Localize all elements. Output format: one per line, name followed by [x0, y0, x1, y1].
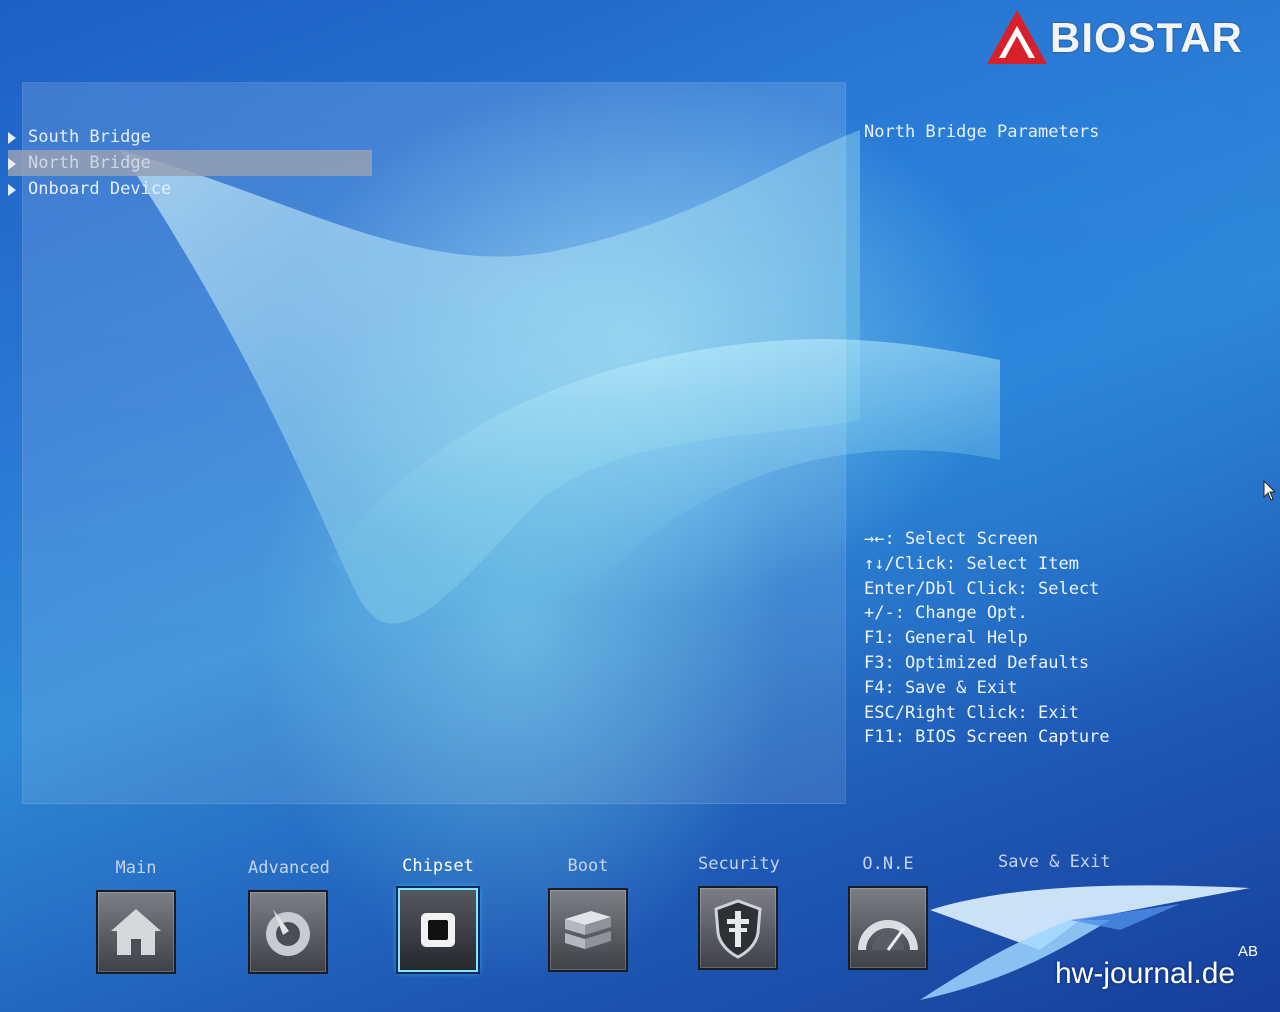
key-hint: F4: Save & Exit [864, 677, 1018, 698]
tab-save-exit[interactable]: Save & Exit [998, 850, 1111, 874]
menu-item-label: South Bridge [28, 127, 151, 147]
tab-label: Advanced [248, 858, 330, 878]
tab-chipset[interactable]: Chipset [398, 854, 478, 972]
submenu-arrow-icon [8, 158, 16, 170]
key-hint: →←: Select Screen [864, 529, 1038, 549]
tab-label: Boot [567, 856, 609, 876]
chip-icon [398, 888, 478, 972]
settings-disc-icon [248, 890, 328, 974]
key-hint: +/-: Change Opt. [864, 603, 1028, 624]
tab-one[interactable]: O.N.E [848, 852, 928, 970]
key-hint: F11: BIOS Screen Capture [864, 727, 1110, 748]
tab-advanced[interactable]: Advanced [248, 856, 330, 974]
tab-main[interactable]: Main [96, 856, 176, 974]
menu-item-onboard-device[interactable]: Onboard Device [8, 176, 378, 202]
key-hint: ↑↓/Click: Select Item [864, 553, 1079, 574]
submenu-arrow-icon [8, 184, 16, 196]
drive-stack-icon [548, 888, 628, 972]
watermark-text: hw-journal.de [1055, 957, 1236, 990]
key-hint: ESC/Right Click: Exit [864, 702, 1079, 723]
tab-label: Security [698, 854, 780, 874]
tab-boot[interactable]: Boot [548, 854, 628, 972]
key-hint: F1: General Help [864, 628, 1028, 649]
key-legend: →←: Select Screen ↑↓/Click: Select Item … [864, 527, 1110, 750]
tab-label: Save & Exit [998, 852, 1111, 872]
home-icon [96, 890, 176, 974]
speedometer-icon [848, 886, 928, 970]
help-description: North Bridge Parameters [864, 122, 1100, 142]
submenu-arrow-icon [8, 132, 16, 144]
key-hint: F3: Optimized Defaults [864, 652, 1090, 673]
menu-item-north-bridge[interactable]: North Bridge [8, 150, 372, 176]
tab-label: Main [115, 858, 157, 878]
tab-security[interactable]: Security [698, 852, 780, 970]
shield-cross-icon [698, 886, 778, 970]
tab-label: O.N.E [862, 854, 914, 874]
menu-item-label: Onboard Device [28, 179, 172, 199]
mouse-cursor-icon [1263, 480, 1277, 501]
menu-item-label: North Bridge [28, 153, 151, 173]
tab-label: Chipset [402, 856, 474, 876]
brand-name: BIOSTAR [1050, 14, 1243, 61]
key-hint: Enter/Dbl Click: Select [864, 578, 1100, 599]
watermark-initials: AB [1238, 943, 1259, 960]
brand-triangle-icon [987, 10, 1047, 64]
chipset-menu: South Bridge North Bridge Onboard Device [8, 124, 378, 202]
menu-item-south-bridge[interactable]: South Bridge [8, 124, 378, 150]
